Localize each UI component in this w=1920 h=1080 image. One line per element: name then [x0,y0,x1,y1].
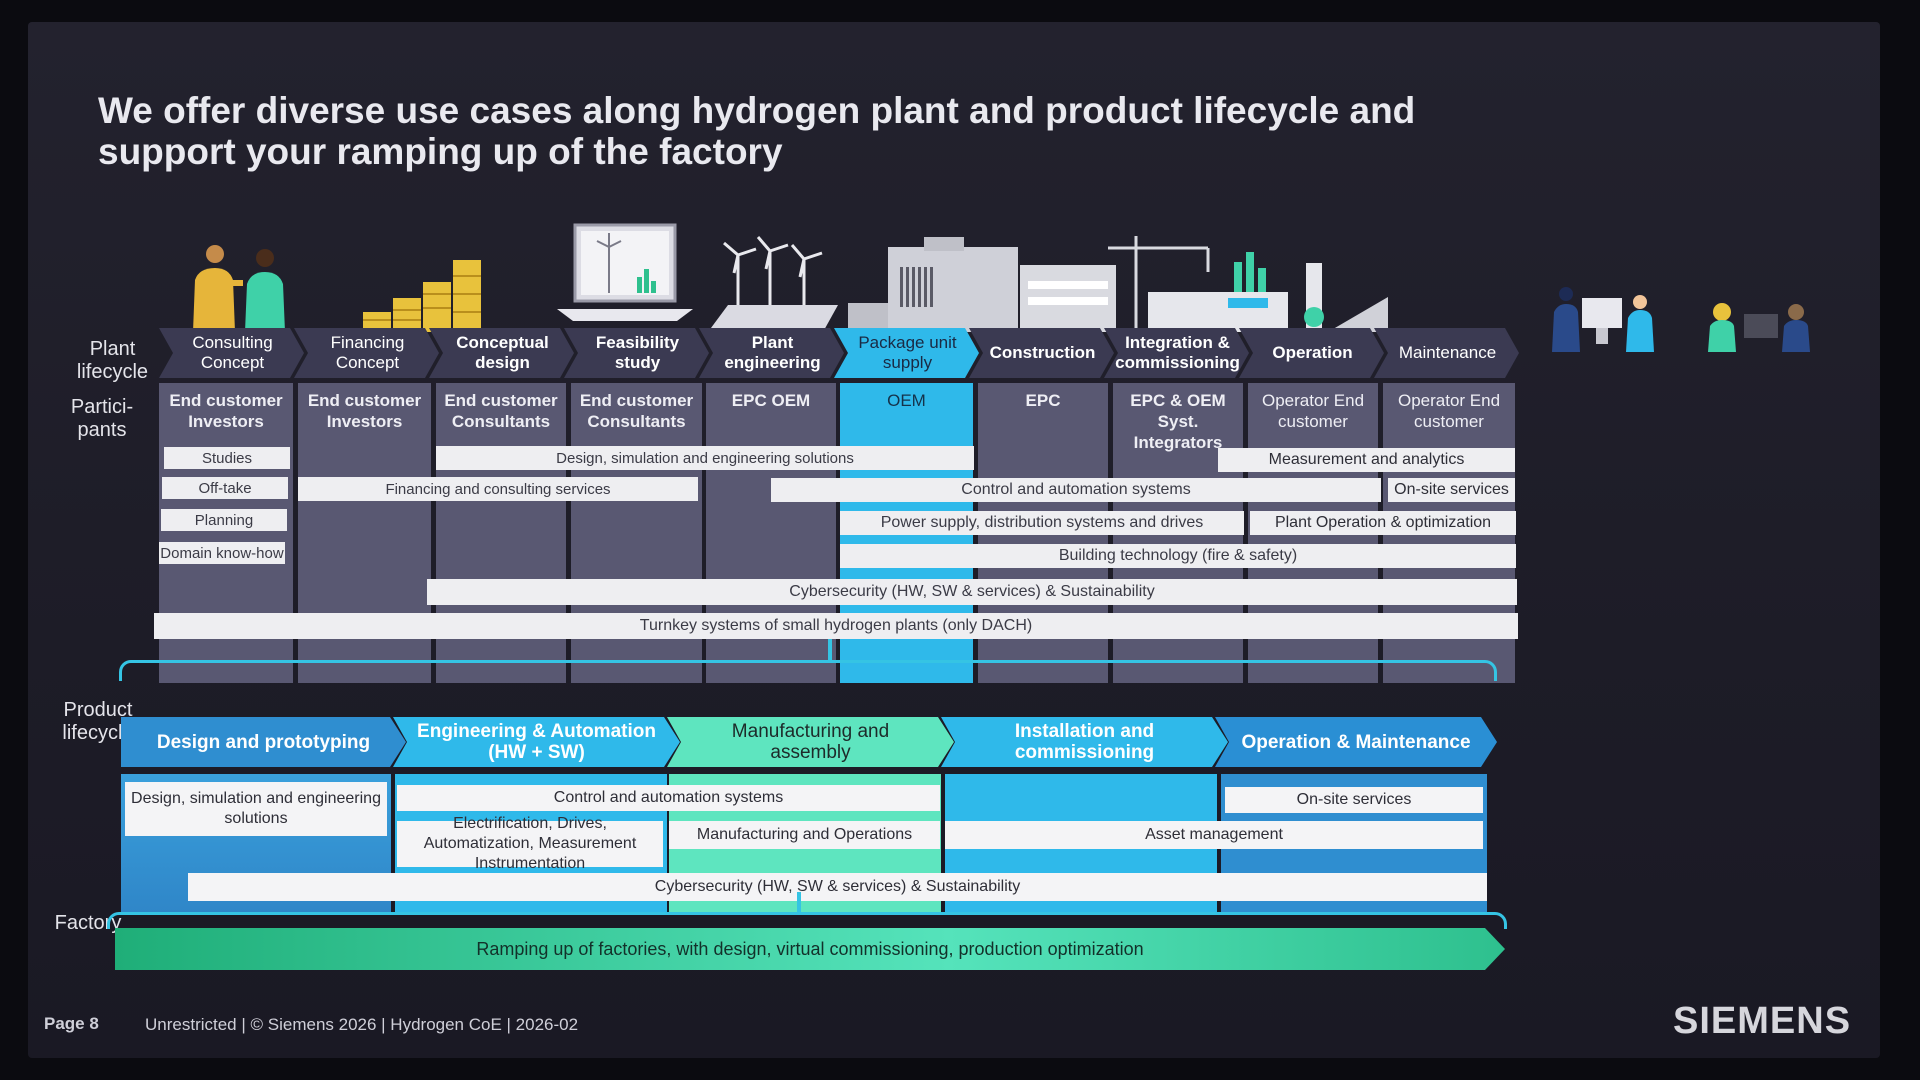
service-off-take: Off-take [162,477,288,499]
product-stage-operation-maintenance: Operation & Maintenance [1215,717,1497,767]
people-icon [193,245,285,332]
service-measurement-analytics: Measurement and analytics [1218,448,1515,472]
participant-consulting: End customer Investors [169,391,283,431]
product-service-on-site: On-site services [1225,787,1483,813]
maintenance-workers-icon [1708,303,1810,352]
coins-icon [363,260,481,332]
factory-ramp-up-bar: Ramping up of factories, with design, vi… [115,928,1505,970]
slide-title: We offer diverse use cases along hydroge… [98,90,1416,172]
stage-construction: Construction [969,328,1114,378]
industrial-plant-icon [1304,263,1388,332]
presentation-slide: We offer diverse use cases along hydroge… [28,22,1880,1058]
connector-brace-stem [797,892,801,914]
product-service-asset-management: Asset management [945,821,1483,849]
stage-feasibility-study: Feasibility study [564,328,709,378]
service-financing-consulting: Financing and consulting services [298,477,698,501]
service-design-simulation: Design, simulation and engineering solut… [436,446,974,470]
connector-brace-stem [828,639,832,661]
factory-ramp-up-label: Ramping up of factories, with design, vi… [476,938,1144,959]
product-service-design-simulation: Design, simulation and engineering solut… [125,782,387,836]
service-cybersecurity-plant: Cybersecurity (HW, SW & services) & Sust… [427,579,1517,605]
service-domain-know-how: Domain know-how [159,542,285,564]
electrolyzer-icon [848,237,1116,332]
stage-conceptual-design: Conceptual design [429,328,574,378]
participant-plant-engineering: EPC OEM [731,391,811,410]
participant-construction: EPC [1025,391,1061,410]
product-stage-installation-commissioning: Installation and commissioning [941,717,1228,767]
connector-brace-bottom [107,912,1507,929]
service-turnkey-systems: Turnkey systems of small hydrogen plants… [154,613,1518,639]
product-stage-manufacturing-assembly: Manufacturing and assembly [667,717,954,767]
crane-factory-icon [1108,236,1288,332]
service-plant-operation: Plant Operation & optimization [1250,511,1516,535]
stage-maintenance: Maintenance [1374,328,1519,378]
stage-package-unit-supply: Package unit supply [834,328,979,378]
service-studies: Studies [164,447,290,469]
participant-integration: EPC & OEM Syst. Integrators [1130,391,1226,452]
participants-label: Partici- pants [70,396,134,441]
product-service-electrification: Electrification, Drives, Automatization,… [397,815,663,872]
service-power-supply: Power supply, distribution systems and d… [840,511,1244,535]
participant-conceptual: End customer Consultants [444,391,558,431]
stage-consulting-concept: Consulting Concept [159,328,304,378]
product-service-cybersecurity: Cybersecurity (HW, SW & services) & Sust… [188,873,1487,901]
product-service-manufacturing-operations: Manufacturing and Operations [669,821,940,849]
service-on-site: On-site services [1388,478,1515,502]
plant-lifecycle-label: Plant lifecycle [76,338,149,383]
participant-feasibility: End customer Consultants [579,391,694,431]
product-service-control-automation: Control and automation systems [397,785,940,811]
page-number: Page 8 [44,1014,99,1033]
participant-maintenance: Operator End customer [1397,391,1501,431]
service-control-automation: Control and automation systems [771,478,1381,502]
participant-operation: Operator End customer [1261,391,1365,431]
operators-icon [1552,287,1654,352]
participant-package-unit: OEM [887,391,926,410]
windfarm-icon [708,236,838,332]
connector-brace-top [119,660,1497,681]
service-building-technology: Building technology (fire & safety) [840,544,1516,568]
stage-financing-concept: Financing Concept [294,328,439,378]
product-stage-design-prototyping: Design and prototyping [121,717,406,767]
product-stage-engineering-automation: Engineering & Automation (HW + SW) [393,717,680,767]
footer-text: Unrestricted | © Siemens 2026 | Hydrogen… [145,1015,579,1034]
stage-operation: Operation [1239,328,1384,378]
service-planning: Planning [161,509,287,531]
participant-financing: End customer Investors [307,391,422,431]
stage-integration-commissioning: Integration & commissioning [1104,328,1249,378]
stage-plant-engineering: Plant engineering [699,328,844,378]
laptop-windmill-icon [557,223,693,321]
siemens-logo: SIEMENS [1673,1000,1852,1042]
